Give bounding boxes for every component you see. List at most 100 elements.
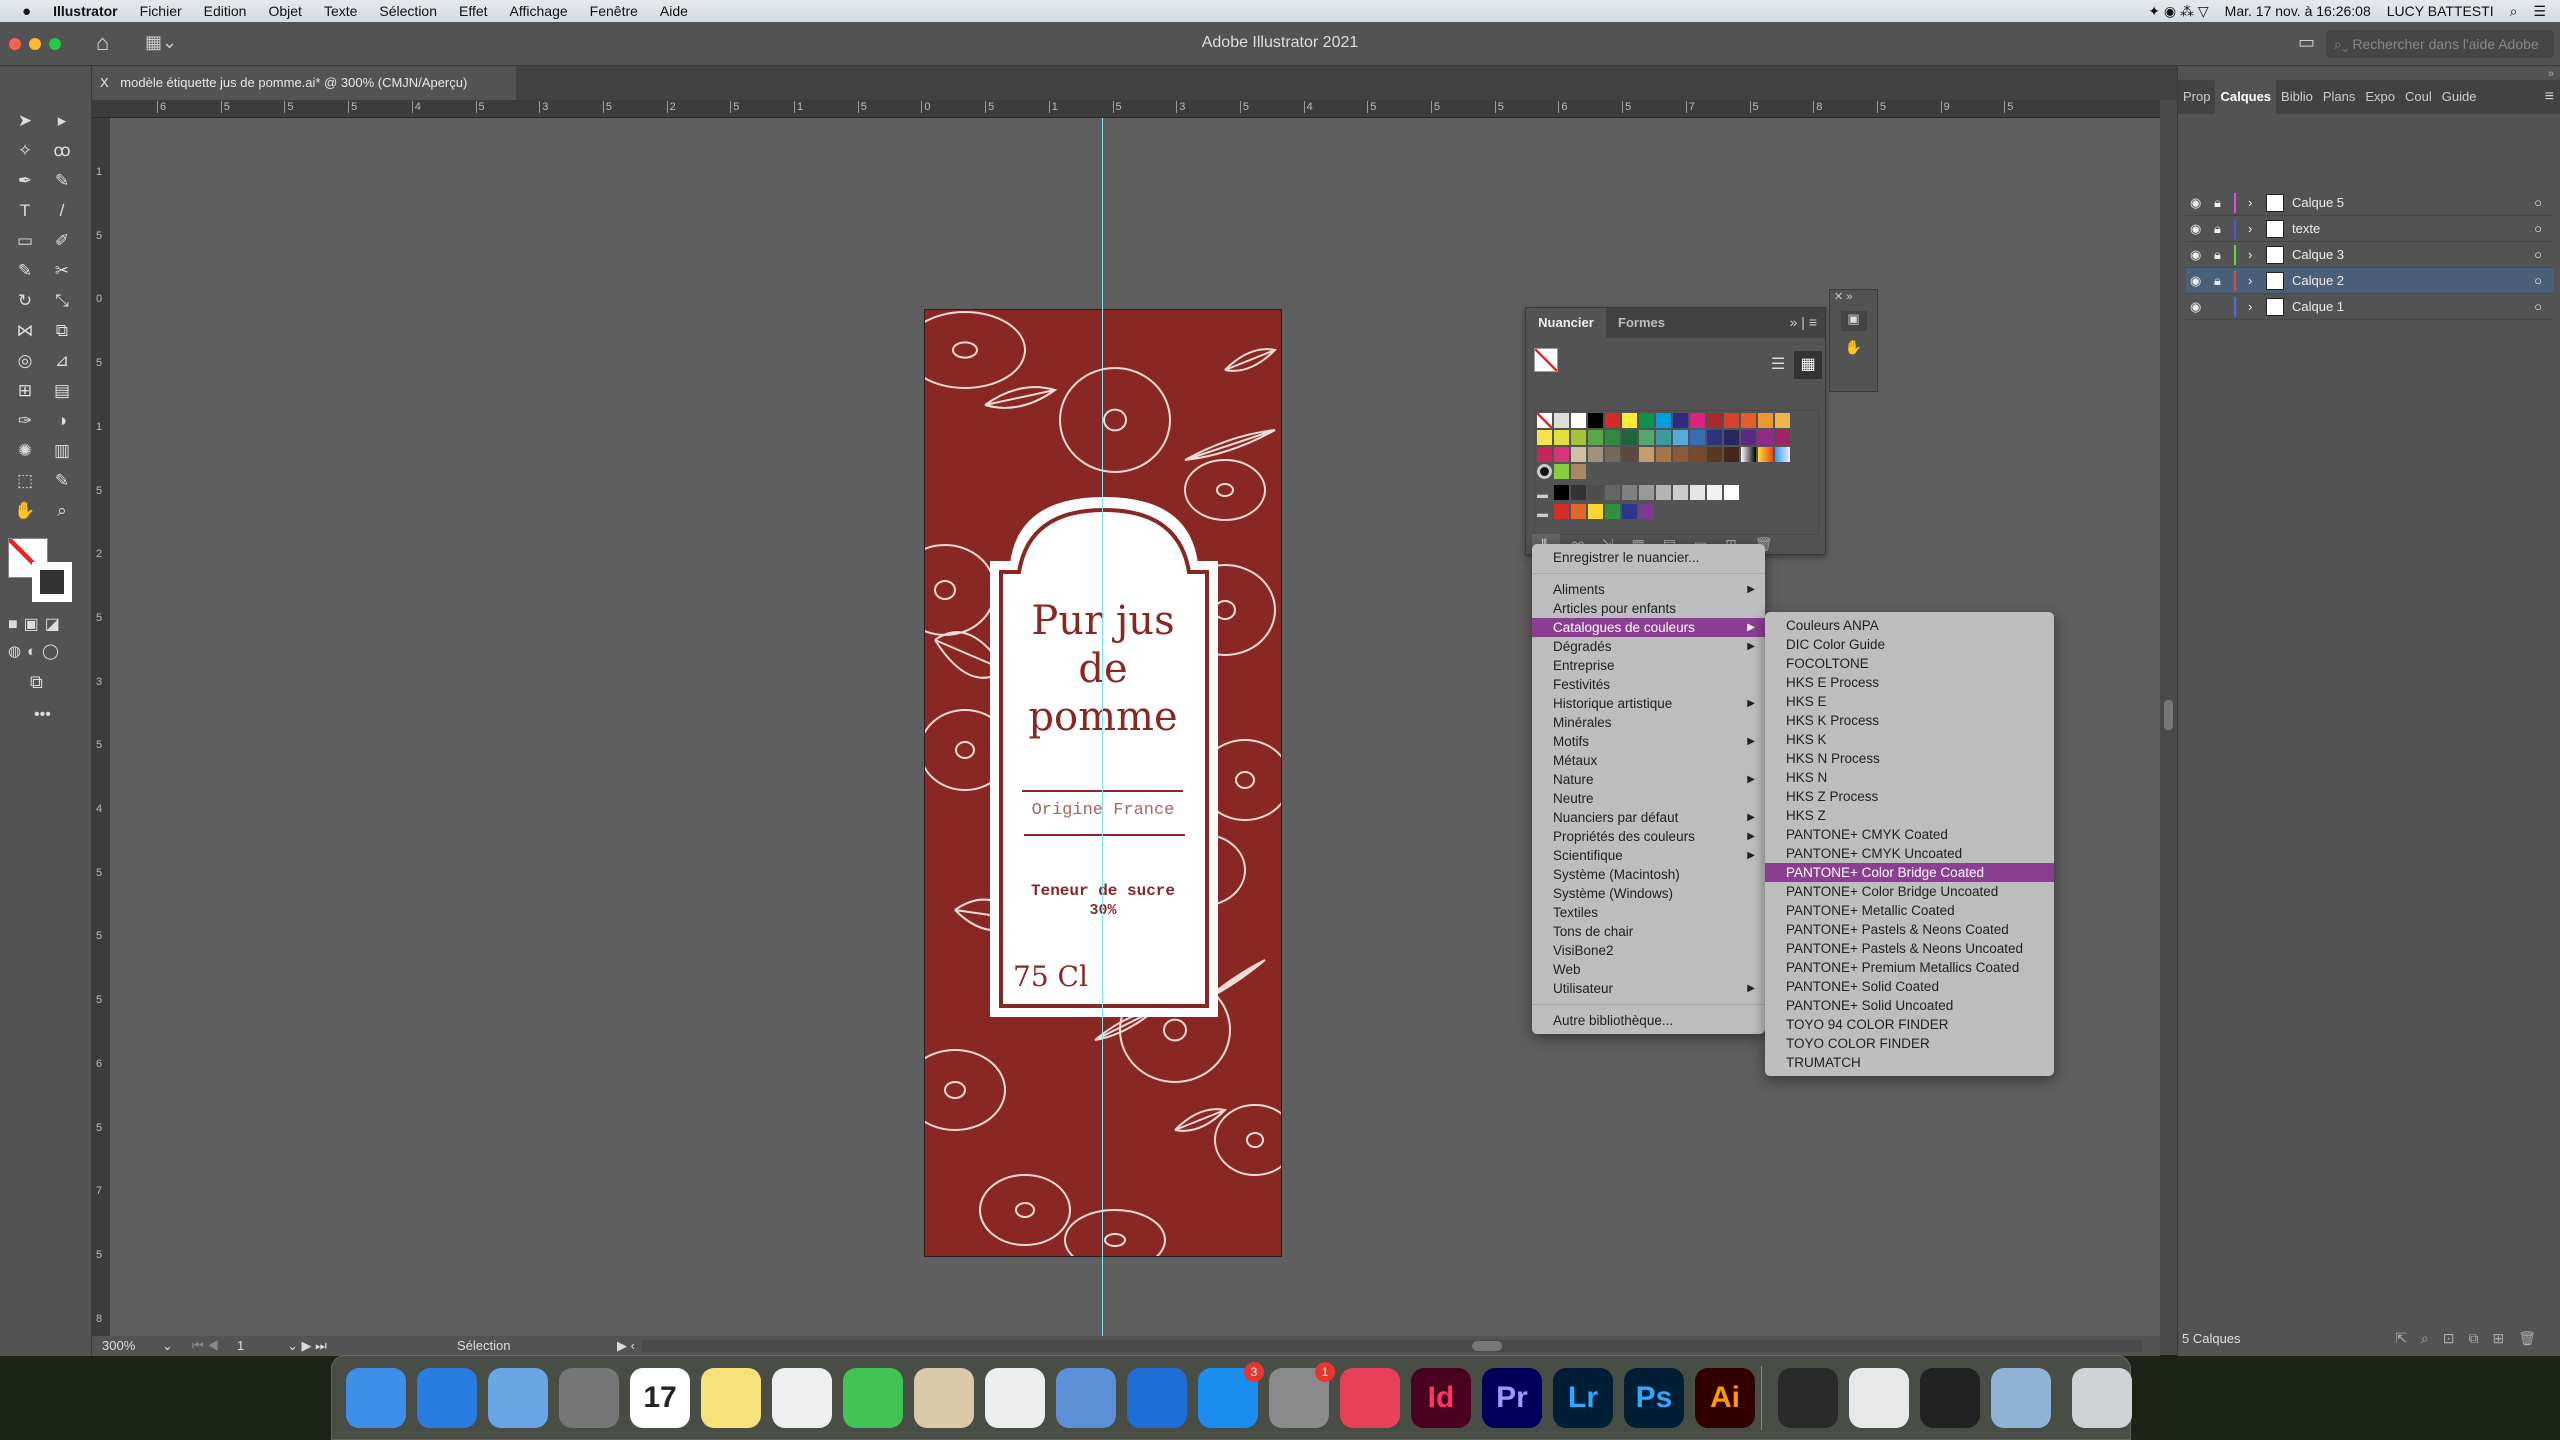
swatch-gray[interactable] [1656,485,1671,500]
menu-item-save-swatches[interactable]: Enregistrer le nuancier... [1532,548,1765,567]
eyedropper-tool-icon[interactable]: ✑ [12,408,38,434]
dock-photos-icon[interactable] [772,1368,832,1428]
submenu-item[interactable]: TRUMATCH [1765,1053,2054,1072]
layer-row[interactable]: ◉ 🔒︎ › Calque 5 ○ [2186,190,2554,216]
grid-view-button[interactable]: ▦ [1794,351,1822,379]
submenu-item[interactable]: PANTONE+ Color Bridge Uncoated [1765,882,2054,901]
menu-aide[interactable]: Aide [660,3,688,19]
dock-fichier-icon[interactable] [985,1368,1045,1428]
swatch[interactable] [1707,430,1722,445]
dock-safari-icon[interactable] [417,1368,477,1428]
swatch[interactable] [1656,413,1671,428]
apple-icon[interactable]: ● [22,3,31,20]
menu-item[interactable]: Aliments ▶ [1532,580,1765,599]
blend-tool-icon[interactable]: ◑ [49,408,75,434]
swatch-gray[interactable] [1673,485,1688,500]
visibility-eye-icon[interactable]: ◉ [2190,242,2201,268]
symbol-sprayer-tool-icon[interactable]: ✺ [12,438,38,464]
swatch-none[interactable] [1537,413,1552,428]
layer-row[interactable]: ◉ 🔒︎ › Calque 2 ○ [2186,268,2554,294]
label-sugar-line2[interactable]: 30% [925,902,1281,919]
dock-teamviewer-icon[interactable] [1127,1368,1187,1428]
dock-photoshop-icon[interactable]: Ps [1624,1368,1684,1428]
zoom-level-field[interactable]: 300% [102,1336,135,1356]
line-tool-icon[interactable]: / [49,198,75,224]
help-search-input[interactable]: ⌕⌄ Rechercher dans l'aide Adobe [2326,30,2554,58]
folder-icon[interactable]: ▬ [1537,508,1548,520]
label-title-line1[interactable]: Pur jus [925,598,1281,644]
zoom-dropdown-icon[interactable]: ⌄ [162,1336,173,1356]
menu-item[interactable]: Dégradés ▶ [1532,637,1765,656]
hand-tool-icon[interactable]: ✋ [12,498,38,524]
swatch-gray[interactable] [1588,485,1603,500]
menu-item[interactable]: Textiles [1532,903,1765,922]
menu-item[interactable]: VisiBone2 [1532,941,1765,960]
swatch-group[interactable] [1639,504,1654,519]
menu-item[interactable]: Tons de chair [1532,922,1765,941]
swatch[interactable] [1622,447,1637,462]
lock-icon[interactable]: 🔒︎ [2214,190,2221,216]
menu-effet[interactable]: Effet [459,3,488,19]
swatch-gradient[interactable] [1775,447,1790,462]
panel-tab-biblio[interactable]: Biblio [2276,80,2318,114]
visibility-eye-icon[interactable]: ◉ [2190,190,2201,216]
submenu-item[interactable]: PANTONE+ Pastels & Neons Coated [1765,920,2054,939]
dock-lightroom-icon[interactable]: Lr [1553,1368,1613,1428]
submenu-item[interactable]: PANTONE+ Solid Uncoated [1765,996,2054,1015]
swatch[interactable] [1775,413,1790,428]
swatch[interactable] [1707,413,1722,428]
status-icons[interactable]: ✦ ◉ ⁂ ▽ [2148,3,2208,20]
mini-panel-icon-1[interactable]: ▣ [1840,311,1867,331]
layers-bottom-icons[interactable]: ⇱⌕⊡⧉⊞🗑 [2395,1330,2550,1347]
swatch-gray[interactable] [1571,485,1586,500]
guide-line[interactable] [1102,118,1103,1336]
stroke-color-swatch[interactable] [32,562,72,602]
label-sugar-line1[interactable]: Teneur de sucre [925,882,1281,900]
swatch-gray[interactable] [1554,485,1569,500]
rectangle-tool-icon[interactable]: ▭ [12,228,38,254]
curvature-tool-icon[interactable]: ✎ [49,168,75,194]
target-circle-icon[interactable]: ○ [2534,190,2542,216]
dock-quicktime-icon[interactable] [1778,1368,1838,1428]
menu-edition[interactable]: Edition [204,3,247,19]
swatch-gray[interactable] [1622,485,1637,500]
color-mode-buttons[interactable]: ■▣◪ [8,614,66,634]
mini-panel-icon-2[interactable]: ✋ [1841,339,1867,359]
dock-launchpad-icon[interactable] [559,1368,619,1428]
swatch[interactable] [1588,413,1603,428]
menu-item[interactable]: Propriétés des couleurs ▶ [1532,827,1765,846]
gradient-tool-icon[interactable]: ▤ [49,378,75,404]
mini-panel-close-icon[interactable]: ✕ » [1830,290,1877,303]
layer-name[interactable]: Calque 5 [2292,190,2344,216]
swatch[interactable] [1707,447,1722,462]
swatch[interactable] [1724,413,1739,428]
panel-tab-coul[interactable]: Coul [2400,80,2437,114]
lasso-tool-icon[interactable]: ꝏ [49,138,75,164]
swatch[interactable] [1741,430,1756,445]
submenu-item[interactable]: HKS Z Process [1765,787,2054,806]
submenu-item[interactable]: PANTONE+ Metallic Coated [1765,901,2054,920]
menu-item[interactable]: Festivités [1532,675,1765,694]
lock-icon[interactable]: 🔒︎ [2214,216,2221,242]
swatch[interactable] [1775,430,1790,445]
selection-tool-icon[interactable]: ➤ [12,108,38,134]
pen-tool-icon[interactable]: ✒ [12,168,38,194]
submenu-item[interactable]: HKS N Process [1765,749,2054,768]
horizontal-scrollbar[interactable] [642,1340,2142,1352]
swatch-registration[interactable] [1554,413,1569,428]
menu-texte[interactable]: Texte [324,3,357,19]
label-title-line3[interactable]: pomme [925,694,1281,740]
layer-row[interactable]: ◉ 🔒︎ › Calque 3 ○ [2186,242,2554,268]
swatch[interactable] [1724,447,1739,462]
clock[interactable]: Mar. 17 nov. à 16:26:08 [2225,3,2371,19]
dock-creative-cloud-icon[interactable] [1340,1368,1400,1428]
dock-app-store-icon[interactable]: 3 [1198,1362,1264,1428]
swatch-gray[interactable] [1707,485,1722,500]
menu-item[interactable]: Système (Macintosh) [1532,865,1765,884]
submenu-item[interactable]: PANTONE+ Color Bridge Coated [1765,863,2054,882]
dock-illustrator-icon[interactable]: Ai [1695,1368,1755,1428]
scissors-tool-icon[interactable]: ✂ [49,258,75,284]
expand-chevron-icon[interactable]: › [2248,294,2252,320]
tab-formes[interactable]: Formes [1618,308,1665,338]
visibility-eye-icon[interactable]: ◉ [2190,268,2201,294]
